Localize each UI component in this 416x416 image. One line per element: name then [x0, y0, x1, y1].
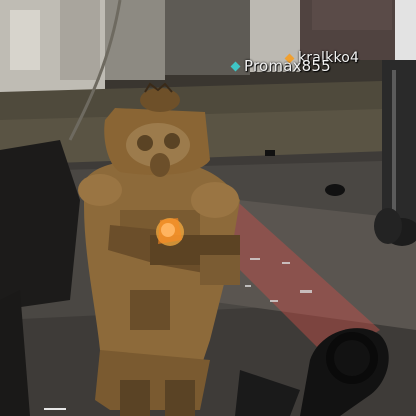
muzzle-flash: [156, 218, 184, 246]
player-nameplate-primary: Promax855: [230, 57, 331, 75]
game-viewport[interactable]: kralkko4 Promax855: [0, 0, 416, 416]
player-name: Promax855: [244, 57, 331, 75]
diamond-icon: [230, 61, 241, 71]
hud-edge-tick: [44, 408, 66, 410]
